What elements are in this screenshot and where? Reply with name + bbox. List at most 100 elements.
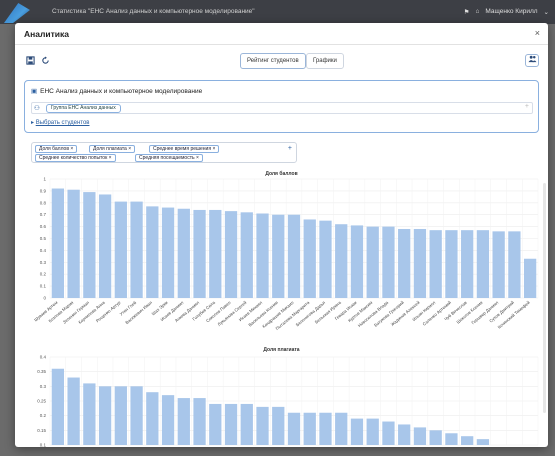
remove-chip-icon[interactable]: × (196, 155, 199, 161)
bar (161, 395, 175, 445)
close-icon[interactable]: × (535, 28, 540, 38)
select-students-label[interactable]: Выбрать студентов (36, 120, 90, 126)
modal-header: Аналитика × (15, 23, 548, 45)
y-tick-label: 0.2 (40, 413, 47, 418)
y-tick-label: 0.9 (40, 188, 47, 193)
bar (508, 231, 521, 298)
bar (335, 412, 348, 445)
y-tick-label: 0.3 (40, 384, 47, 389)
toolbar: Рейтинг студентов Графики (15, 53, 548, 71)
bar (98, 194, 112, 298)
bar (492, 231, 505, 298)
y-tick-label: 0.15 (37, 428, 46, 433)
bar (523, 258, 537, 298)
remove-chip-icon[interactable]: × (212, 146, 215, 152)
remove-chip-icon[interactable]: × (70, 146, 73, 152)
analytics-modal: Аналитика × Рейтинг студентов Графики ▣ Е… (15, 23, 548, 447)
bar (272, 214, 285, 298)
plagiarism-chart: 0.1 0.15 0.2 0.25 0.3 0.35 0.4 (37, 355, 539, 448)
bar (461, 230, 474, 298)
bar (287, 412, 301, 445)
bar (114, 201, 127, 298)
bar (303, 219, 316, 298)
bar (256, 406, 269, 445)
group-panel-title: ▣ ЕНС Анализ данных и компьютерное модели… (31, 87, 202, 95)
remove-chip-icon[interactable]: × (109, 155, 112, 161)
bar (382, 226, 395, 298)
bar (398, 424, 411, 445)
bar (445, 230, 458, 298)
metric-chip-plagiarism[interactable]: Доля плагиата × (89, 145, 136, 153)
group-chip[interactable]: Группа ЕНС Анализ данных (46, 104, 121, 113)
bar (177, 208, 190, 298)
metric-chip-attendance[interactable]: Средняя посещаемость × (135, 154, 203, 162)
metrics-selector: Доля баллов × Доля плагиата × Среднее вр… (31, 142, 297, 163)
y-tick-label: 0.4 (40, 248, 47, 253)
people-icon[interactable] (525, 54, 539, 67)
metric-chip-label: Среднее количество попыток (39, 155, 108, 161)
bar (130, 201, 143, 298)
user-name[interactable]: Мащенко Кирилл (485, 8, 537, 16)
select-students-link[interactable]: ▸ Выбрать студентов (31, 119, 90, 126)
app-logo (4, 3, 30, 23)
home-icon[interactable]: ⌂ (475, 8, 479, 16)
bar (161, 207, 175, 298)
bar (67, 189, 80, 298)
users-icon: ⚇ (34, 105, 40, 112)
bar (130, 386, 143, 445)
bar (146, 392, 159, 445)
y-tick-label: 0.7 (40, 212, 47, 217)
y-tick-label: 0.5 (40, 236, 47, 241)
bar (429, 430, 442, 445)
add-metric-icon[interactable]: + (288, 145, 292, 152)
bar (177, 398, 190, 445)
metric-chip-attempts[interactable]: Среднее количество попыток × (35, 154, 116, 162)
bar (350, 225, 364, 298)
tab-charts[interactable]: Графики (306, 53, 344, 69)
group-panel: ▣ ЕНС Анализ данных и компьютерное модели… (24, 80, 539, 133)
remove-chip-icon[interactable]: × (128, 146, 131, 152)
metric-chip-time[interactable]: Среднее время решения × (149, 145, 220, 153)
bar (209, 403, 222, 445)
bar (193, 398, 206, 445)
y-tick-label: 0.8 (40, 200, 47, 205)
metric-chip-label: Доля баллов (39, 146, 69, 152)
bar (476, 439, 490, 445)
metric-chip-score[interactable]: Доля баллов × (35, 145, 78, 153)
bar (398, 228, 411, 298)
bar (209, 209, 222, 298)
modal-title: Аналитика (24, 29, 69, 39)
bar (445, 433, 458, 445)
bar (51, 188, 65, 298)
score-chart: 00.10.20.30.40.50.60.70.80.91Шуваев Арте… (33, 177, 539, 331)
bar (240, 403, 253, 445)
bar (429, 230, 442, 298)
chevron-down-icon[interactable]: ⌄ (544, 8, 549, 16)
bar (146, 206, 159, 298)
bar (83, 383, 96, 445)
bar (67, 377, 80, 445)
bar (240, 212, 253, 298)
y-tick-label: 0.1 (40, 443, 47, 448)
bar (366, 226, 379, 298)
bar (413, 427, 427, 445)
bar (303, 412, 316, 445)
y-tick-label: 0.35 (37, 369, 46, 374)
group-select-field[interactable]: ⚇ Группа ЕНС Анализ данных + (31, 102, 533, 114)
y-tick-label: 0.6 (40, 224, 47, 229)
scrollbar[interactable] (543, 183, 546, 413)
add-group-icon[interactable]: + (525, 103, 529, 110)
app-header-bar: Статистика "ЕНС Анализ данных и компьюте… (0, 0, 555, 24)
save-icon[interactable] (24, 54, 37, 67)
y-tick-label: 0.4 (40, 355, 47, 360)
y-tick-label: 0.1 (40, 284, 47, 289)
y-tick-label: 1 (43, 177, 46, 182)
refresh-icon[interactable] (39, 54, 52, 67)
bar (461, 436, 474, 445)
flag-icon[interactable]: ⚑ (464, 8, 470, 16)
appbar-right: ⚑ ⌂ Мащенко Кирилл ⌄ (464, 8, 549, 16)
bar (413, 228, 427, 298)
bar (272, 406, 285, 445)
bar (256, 213, 269, 298)
tab-rating[interactable]: Рейтинг студентов (240, 53, 306, 69)
